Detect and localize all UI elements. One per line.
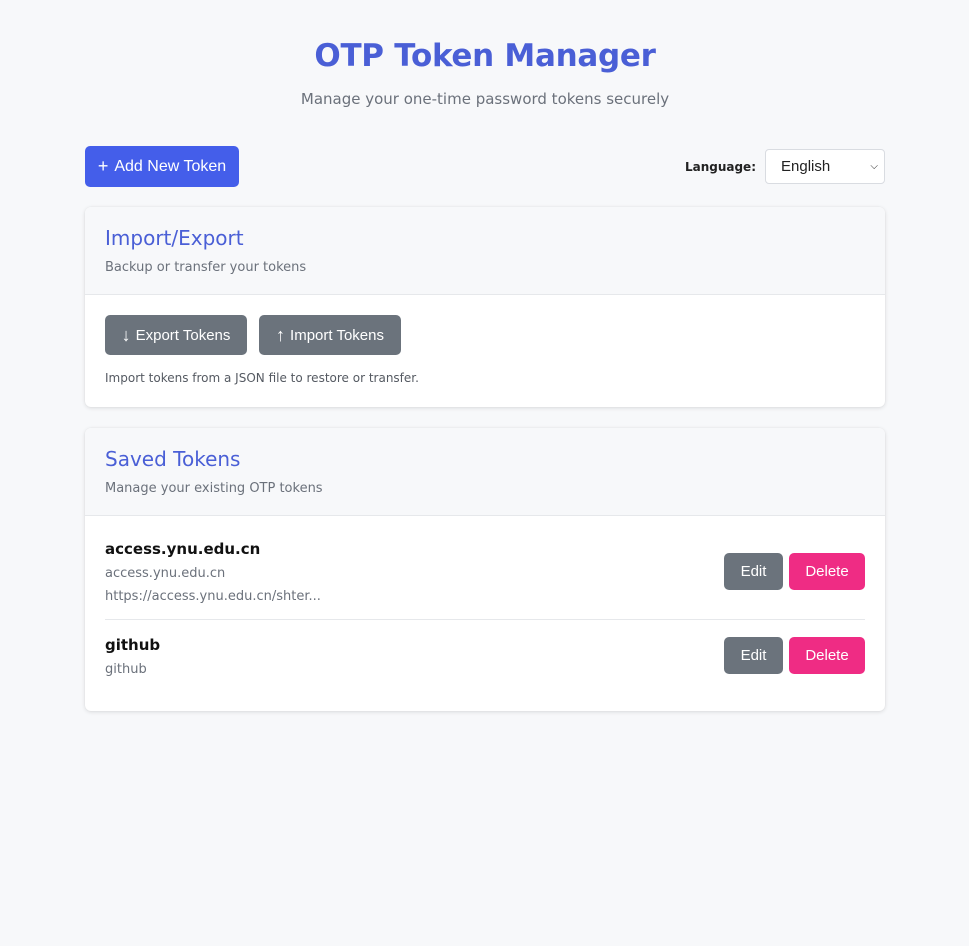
- saved-tokens-description: Manage your existing OTP tokens: [105, 481, 323, 496]
- saved-tokens-title: Saved Tokens: [105, 447, 241, 471]
- import-export-body: ↓ Export Tokens ↑ Import Tokens Import t…: [85, 295, 885, 385]
- toolbar: + Add New Token Language: English ⌵: [85, 146, 885, 187]
- token-url: https://access.ynu.edu.cn/shter...: [105, 589, 321, 604]
- import-export-description: Backup or transfer your tokens: [105, 260, 307, 275]
- saved-tokens-card-header: Saved Tokens Manage your existing OTP to…: [85, 428, 885, 516]
- token-row: github github Edit Delete: [105, 620, 865, 700]
- import-export-card-header: Import/Export Backup or transfer your to…: [85, 207, 885, 295]
- token-actions: Edit Delete: [724, 637, 865, 674]
- page-title: OTP Token Manager: [314, 38, 656, 74]
- edit-token-button[interactable]: Edit: [724, 553, 783, 590]
- delete-token-button[interactable]: Delete: [789, 553, 865, 590]
- language-select[interactable]: English ⌵: [765, 149, 885, 184]
- export-tokens-button[interactable]: ↓ Export Tokens: [105, 315, 247, 355]
- import-export-card: Import/Export Backup or transfer your to…: [85, 207, 885, 407]
- add-new-token-button[interactable]: + Add New Token: [85, 146, 239, 187]
- token-actions: Edit Delete: [724, 553, 865, 590]
- add-new-token-label: Add New Token: [114, 157, 227, 175]
- page-subtitle: Manage your one-time password tokens sec…: [300, 90, 670, 108]
- token-list: access.ynu.edu.cn access.ynu.edu.cn http…: [85, 516, 885, 700]
- page: OTP Token Manager Manage your one-time p…: [85, 0, 885, 711]
- saved-tokens-card: Saved Tokens Manage your existing OTP to…: [85, 428, 885, 711]
- plus-icon: +: [97, 155, 109, 176]
- language-picker: Language: English ⌵: [685, 149, 885, 184]
- language-selected-value: English: [781, 158, 831, 175]
- language-label: Language:: [684, 159, 756, 174]
- import-tokens-button[interactable]: ↑ Import Tokens: [259, 315, 401, 355]
- edit-token-button[interactable]: Edit: [724, 637, 783, 674]
- chevron-down-icon: ⌵: [870, 161, 878, 172]
- token-row: access.ynu.edu.cn access.ynu.edu.cn http…: [105, 516, 865, 620]
- export-tokens-label: Export Tokens: [135, 326, 231, 344]
- import-tokens-label: Import Tokens: [290, 326, 384, 344]
- import-export-note: Import tokens from a JSON file to restor…: [105, 371, 419, 385]
- import-export-title: Import/Export: [105, 226, 244, 250]
- delete-token-button[interactable]: Delete: [789, 637, 865, 674]
- arrow-down-icon: ↓: [121, 325, 131, 345]
- arrow-up-icon: ↑: [276, 325, 286, 345]
- page-header: OTP Token Manager Manage your one-time p…: [85, 0, 885, 109]
